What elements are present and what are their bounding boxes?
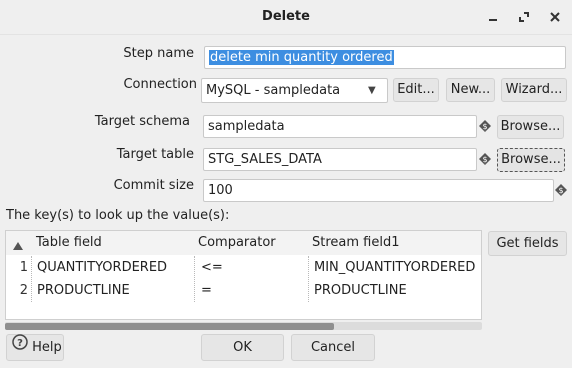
column-header-comparator[interactable]: Comparator [198, 231, 308, 255]
target-table-input[interactable]: STG_SALES_DATA [203, 148, 477, 171]
svg-text:$: $ [482, 155, 487, 164]
sort-arrow-icon[interactable] [13, 239, 23, 254]
target-table-value: STG_SALES_DATA [208, 152, 322, 167]
cancel-button[interactable]: Cancel [291, 334, 375, 361]
column-divider [194, 256, 195, 302]
variable-icon: $ [479, 120, 491, 132]
commit-size-value: 100 [208, 183, 233, 198]
stream-field-cell[interactable]: PRODUCTLINE [314, 279, 407, 302]
connection-select[interactable]: MySQL - sampledata ▼ [201, 78, 388, 103]
browse-table-button[interactable]: Browse... [497, 148, 565, 172]
connection-label: Connection [123, 77, 197, 92]
column-header-stream-field[interactable]: Stream field1 [312, 231, 480, 255]
step-name-input[interactable]: delete min quantity ordered [204, 46, 566, 69]
chevron-down-icon: ▼ [368, 85, 376, 96]
maximize-icon[interactable] [515, 8, 533, 26]
connection-value: MySQL - sampledata [206, 83, 341, 98]
comparator-cell[interactable]: = [201, 279, 212, 302]
stream-field-cell[interactable]: MIN_QUANTITYORDERED [314, 256, 475, 279]
scrollbar-thumb[interactable] [5, 323, 334, 330]
table-field-cell[interactable]: PRODUCTLINE [37, 279, 130, 302]
row-number: 1 [19, 260, 28, 275]
help-icon: ? [12, 333, 28, 359]
table-field-cell[interactable]: QUANTITYORDERED [37, 256, 167, 279]
column-header-table-field[interactable]: Table field [36, 231, 196, 255]
wizard-button[interactable]: Wizard... [501, 78, 567, 102]
target-schema-value: sampledata [208, 119, 285, 134]
svg-text:$: $ [558, 186, 563, 195]
commit-size-label: Commit size [113, 178, 194, 193]
variable-icon: $ [479, 153, 491, 165]
step-name-value: delete min quantity ordered [209, 50, 394, 65]
comparator-cell[interactable]: <= [201, 256, 223, 279]
help-label: Help [32, 340, 62, 355]
keys-section-label: The key(s) to look up the value(s): [6, 208, 230, 223]
target-table-label: Target table [116, 147, 194, 162]
row-number: 2 [19, 283, 28, 298]
ok-button[interactable]: OK [201, 334, 284, 361]
variable-icon: $ [555, 184, 567, 196]
svg-text:$: $ [482, 122, 487, 131]
step-name-label: Step name [123, 46, 194, 61]
column-divider [308, 256, 309, 302]
column-divider [31, 256, 32, 302]
commit-size-input[interactable]: 100 [203, 179, 554, 202]
edit-connection-button[interactable]: Edit... [393, 78, 439, 102]
get-fields-button[interactable]: Get fields [488, 231, 567, 256]
minimize-icon[interactable] [484, 8, 502, 26]
keys-table: Table field Comparator Stream field1 1 Q… [5, 230, 482, 320]
close-icon[interactable] [546, 8, 564, 26]
target-schema-label: Target schema [94, 114, 190, 129]
browse-schema-button[interactable]: Browse... [497, 115, 564, 139]
target-schema-input[interactable]: sampledata [203, 115, 477, 138]
help-button[interactable]: ? Help [6, 333, 64, 361]
svg-text:?: ? [17, 338, 23, 349]
new-connection-button[interactable]: New... [446, 78, 495, 102]
